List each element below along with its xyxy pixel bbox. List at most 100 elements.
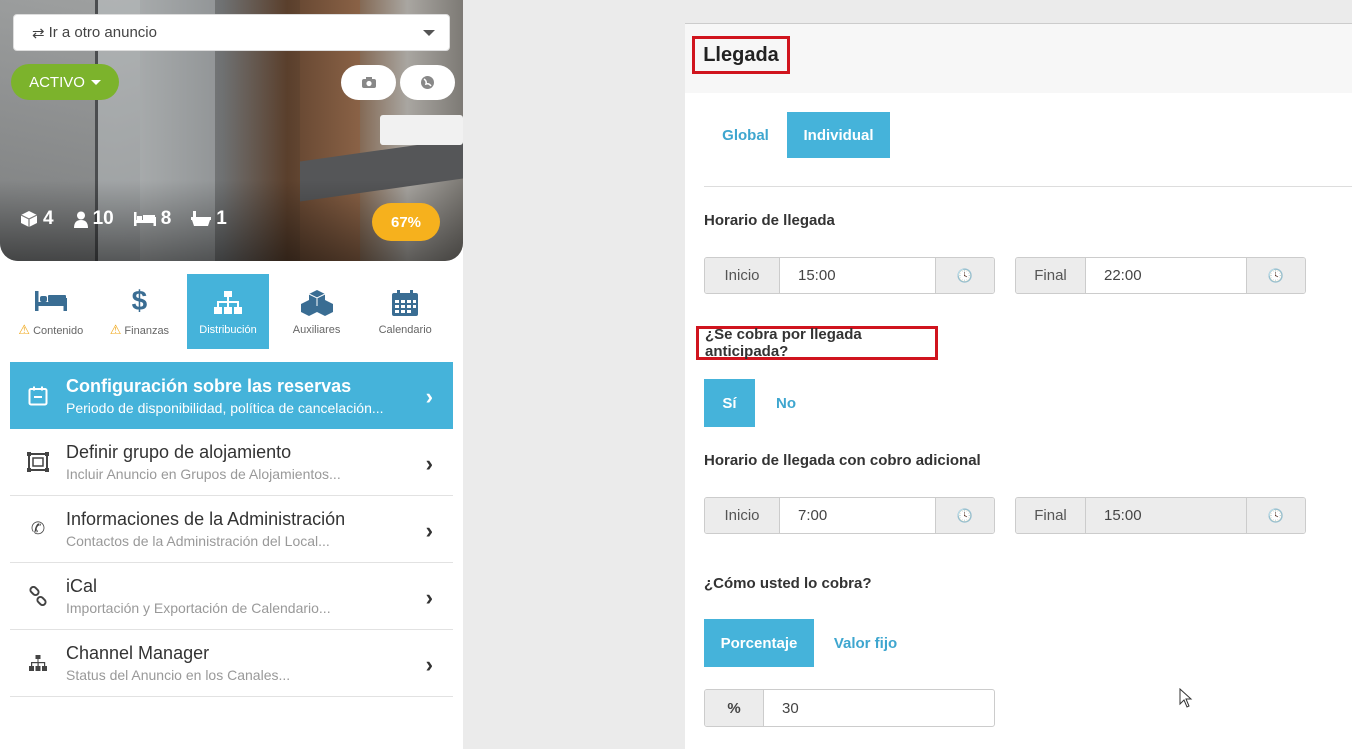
divider bbox=[704, 186, 1352, 187]
baths-stat: 1 bbox=[191, 208, 227, 230]
percentage-input[interactable]: 30 bbox=[764, 690, 994, 726]
tab-auxiliares[interactable]: Auxiliares bbox=[276, 274, 358, 349]
start-addon: Inicio bbox=[705, 498, 780, 533]
link-icon bbox=[26, 584, 50, 608]
option-no[interactable]: No bbox=[755, 379, 817, 427]
arrival-time-label: Horario de llegada bbox=[704, 212, 835, 229]
menu-item-subtitle: Periodo de disponibilidad, política de c… bbox=[66, 399, 384, 416]
camera-icon bbox=[361, 77, 376, 88]
menu-item-administracion[interactable]: ✆ Informaciones de la Administración Con… bbox=[10, 496, 453, 563]
menu-item-title: Definir grupo de alojamiento bbox=[66, 442, 292, 462]
arrival-end-input[interactable]: 22:00 bbox=[1086, 258, 1246, 293]
tab-contenido[interactable]: ⚠ Contenido bbox=[10, 274, 92, 349]
go-to-listing-label: Ir a otro anuncio bbox=[48, 24, 157, 41]
charge-method-toggle: Porcentaje Valor fijo bbox=[704, 619, 917, 667]
globe-icon bbox=[421, 76, 434, 89]
chevron-right-icon: › bbox=[425, 384, 433, 409]
beds-stat: 8 bbox=[133, 208, 171, 230]
menu-item-title: Configuración sobre las reservas bbox=[66, 375, 352, 396]
option-percentage[interactable]: Porcentaje bbox=[704, 619, 814, 667]
status-label: ACTIVO bbox=[29, 73, 85, 91]
menu-item-subtitle: Contactos de la Administración del Local… bbox=[66, 533, 330, 549]
tab-auxiliares-label: Auxiliares bbox=[292, 323, 341, 336]
tab-finanzas-label: Finanzas bbox=[124, 324, 170, 337]
menu-item-title: Informaciones de la Administración bbox=[66, 509, 346, 529]
menu-item-title: Channel Manager bbox=[66, 643, 210, 663]
swap-icon: ⇄ bbox=[32, 24, 45, 42]
chevron-down-icon bbox=[423, 30, 435, 36]
option-yes[interactable]: Sí bbox=[704, 379, 755, 427]
phone-icon: ✆ bbox=[30, 519, 46, 538]
clock-icon[interactable]: 🕓 bbox=[1246, 498, 1305, 533]
extra-end-input: 15:00 bbox=[1086, 498, 1246, 533]
rooms-stat: 4 bbox=[20, 208, 54, 230]
tab-finanzas[interactable]: $ ⚠ Finanzas bbox=[99, 274, 181, 349]
clock-icon[interactable]: 🕓 bbox=[1246, 258, 1305, 293]
page-title: Llegada bbox=[692, 36, 790, 74]
cubes-icon bbox=[300, 288, 333, 318]
map-button[interactable] bbox=[400, 65, 455, 100]
menu-item-ical[interactable]: iCal Importación y Exportación de Calend… bbox=[10, 563, 453, 630]
menu-item-channel-manager[interactable]: Channel Manager Status del Anuncio en lo… bbox=[10, 630, 453, 697]
calendar-icon bbox=[392, 288, 419, 318]
early-arrival-toggle: Sí No bbox=[704, 379, 817, 427]
chevron-right-icon: › bbox=[425, 585, 433, 610]
arrival-start-input[interactable]: 15:00 bbox=[780, 258, 935, 293]
guests-stat: 10 bbox=[73, 208, 114, 230]
rooms-count: 4 bbox=[43, 208, 54, 229]
caret-down-icon bbox=[90, 79, 101, 85]
extra-end-field: Final 15:00 🕓 bbox=[1015, 497, 1306, 534]
percent-addon: % bbox=[705, 690, 764, 726]
status-dropdown-button[interactable]: ACTIVO bbox=[11, 64, 119, 100]
panel-header: Llegada bbox=[685, 24, 1352, 93]
calendar-icon bbox=[26, 384, 50, 408]
menu-item-subtitle: Incluir Anuncio en Grupos de Alojamiento… bbox=[66, 466, 341, 482]
menu-item-subtitle: Status del Anuncio en los Canales... bbox=[66, 667, 291, 683]
cube-icon bbox=[20, 211, 38, 227]
listing-section-tabs: ⚠ Contenido $ ⚠ Finanzas Distribución Au… bbox=[10, 274, 453, 349]
warning-icon: ⚠ bbox=[109, 321, 122, 337]
dollar-icon: $ bbox=[131, 284, 148, 316]
bed-icon bbox=[34, 286, 67, 316]
chevron-right-icon: › bbox=[425, 451, 433, 476]
top-gap bbox=[685, 0, 1352, 24]
menu-item-reservas[interactable]: Configuración sobre las reservas Periodo… bbox=[10, 362, 453, 429]
tab-distribucion-label: Distribución bbox=[199, 323, 257, 336]
extra-charge-time-label: Horario de llegada con cobro adicional bbox=[704, 452, 981, 469]
extra-start-input[interactable]: 7:00 bbox=[780, 498, 935, 533]
arrival-start-field: Inicio 15:00 🕓 bbox=[704, 257, 995, 294]
listing-photo: ⇄ Ir a otro anuncio ACTIVO 4 10 8 1 67% bbox=[0, 0, 463, 261]
tab-calendario-label: Calendario bbox=[378, 323, 432, 336]
start-addon: Inicio bbox=[705, 258, 780, 293]
guests-count: 10 bbox=[92, 208, 114, 229]
chevron-right-icon: › bbox=[425, 652, 433, 677]
menu-item-title: iCal bbox=[66, 576, 98, 596]
bed-icon bbox=[133, 212, 156, 226]
go-to-listing-select[interactable]: ⇄ Ir a otro anuncio bbox=[13, 14, 450, 51]
tab-global[interactable]: Global bbox=[704, 112, 787, 158]
arrival-end-field: Final 22:00 🕓 bbox=[1015, 257, 1306, 294]
option-fixed-value[interactable]: Valor fijo bbox=[814, 619, 917, 667]
clock-icon[interactable]: 🕓 bbox=[935, 498, 994, 533]
scope-tabs: Global Individual bbox=[704, 112, 890, 158]
completion-badge[interactable]: 67% bbox=[372, 203, 440, 241]
listing-stats: 4 10 8 1 bbox=[20, 208, 227, 230]
page-background bbox=[463, 0, 685, 749]
user-icon bbox=[73, 211, 88, 228]
arrival-panel: Llegada Global Individual Horario de lle… bbox=[685, 24, 1352, 749]
charge-method-label: ¿Cómo usted lo cobra? bbox=[704, 575, 872, 592]
menu-item-grupo[interactable]: Definir grupo de alojamiento Incluir Anu… bbox=[10, 429, 453, 496]
tab-calendario[interactable]: Calendario bbox=[364, 274, 446, 349]
photos-button[interactable] bbox=[341, 65, 396, 100]
menu-item-subtitle: Importación y Exportación de Calendario.… bbox=[66, 600, 331, 616]
tab-individual[interactable]: Individual bbox=[787, 112, 890, 158]
tab-distribucion[interactable]: Distribución bbox=[187, 274, 269, 349]
end-addon: Final bbox=[1016, 258, 1086, 293]
warning-icon: ⚠ bbox=[18, 321, 31, 337]
end-addon: Final bbox=[1016, 498, 1086, 533]
object-group-icon bbox=[26, 450, 50, 474]
chevron-right-icon: › bbox=[425, 518, 433, 543]
listing-sidebar: ⇄ Ir a otro anuncio ACTIVO 4 10 8 1 67% … bbox=[0, 0, 463, 749]
early-arrival-question: ¿Se cobra por llegada anticipada? bbox=[696, 326, 938, 360]
clock-icon[interactable]: 🕓 bbox=[935, 258, 994, 293]
